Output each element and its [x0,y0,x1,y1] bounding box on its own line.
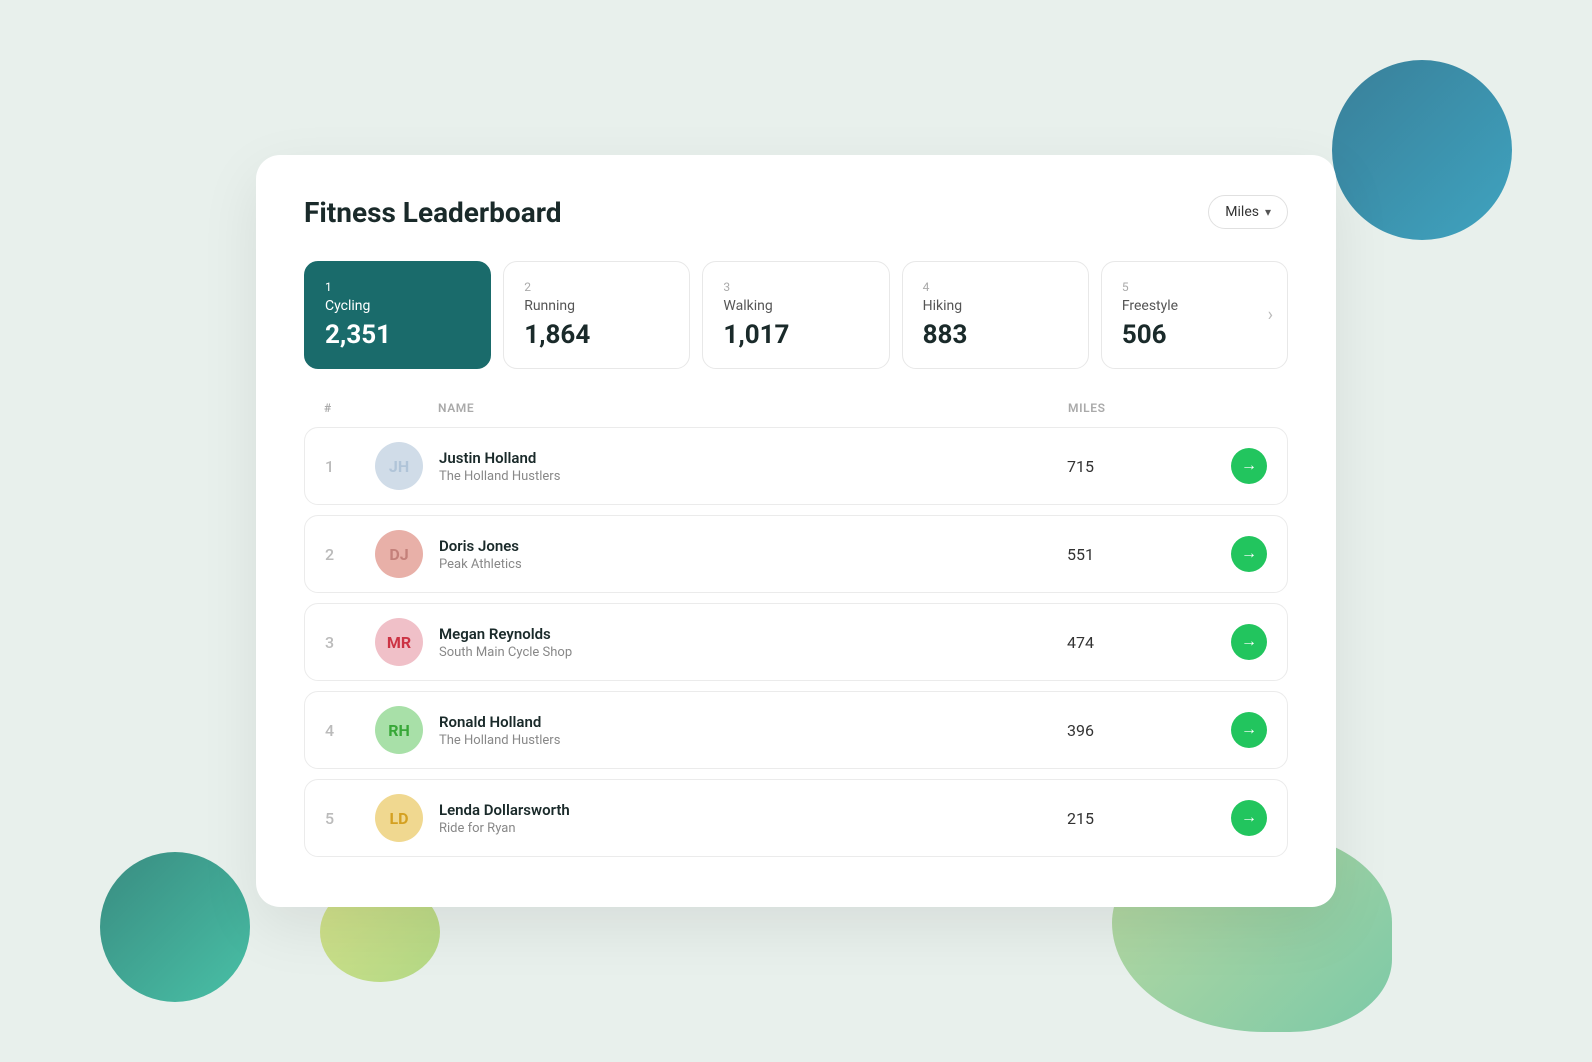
tab-value: 1,017 [723,320,868,350]
row-action: → [1227,536,1267,572]
table-row[interactable]: 5 LD Lenda Dollarsworth Ride for Ryan 21… [304,779,1288,857]
tab-number: 5 [1122,280,1267,294]
tab-value: 2,351 [325,320,470,350]
row-action: → [1227,624,1267,660]
tab-name: Running [524,298,669,314]
activity-tab-walking[interactable]: 3 Walking 1,017 [702,261,889,369]
row-name: Lenda Dollarsworth [439,801,1067,819]
col-name-header: NAME [438,401,1068,415]
row-miles: 474 [1067,633,1227,652]
go-button[interactable]: → [1231,448,1267,484]
dropdown-label: Miles [1225,204,1259,220]
avatar: JH [375,442,423,490]
row-miles: 551 [1067,545,1227,564]
go-button[interactable]: → [1231,536,1267,572]
avatar: DJ [375,530,423,578]
table-row[interactable]: 3 MR Megan Reynolds South Main Cycle Sho… [304,603,1288,681]
row-team: The Holland Hustlers [439,469,1067,484]
table-row[interactable]: 2 DJ Doris Jones Peak Athletics 551 → [304,515,1288,593]
leaderboard-card: Fitness Leaderboard Miles ▾ 1 Cycling 2,… [256,155,1336,907]
row-info: Ronald Holland The Holland Hustlers [439,713,1067,748]
row-name: Megan Reynolds [439,625,1067,643]
table-row[interactable]: 1 JH Justin Holland The Holland Hustlers… [304,427,1288,505]
row-name: Justin Holland [439,449,1067,467]
bg-blob-blue [1332,60,1512,240]
row-team: Peak Athletics [439,557,1067,572]
tab-value: 883 [923,320,1068,350]
col-rank-header: # [324,401,374,415]
activity-tab-running[interactable]: 2 Running 1,864 [503,261,690,369]
avatar: MR [375,618,423,666]
row-rank: 5 [325,809,375,828]
chevron-down-icon: ▾ [1265,205,1271,219]
avatar: LD [375,794,423,842]
go-button[interactable]: → [1231,712,1267,748]
tab-value: 506 [1122,320,1267,350]
row-action: → [1227,712,1267,748]
tab-name: Walking [723,298,868,314]
row-team: South Main Cycle Shop [439,645,1067,660]
row-info: Doris Jones Peak Athletics [439,537,1067,572]
row-info: Megan Reynolds South Main Cycle Shop [439,625,1067,660]
tab-number: 3 [723,280,868,294]
tab-number: 2 [524,280,669,294]
row-name: Doris Jones [439,537,1067,555]
row-rank: 1 [325,457,375,476]
go-button[interactable]: → [1231,800,1267,836]
leaderboard-rows: 1 JH Justin Holland The Holland Hustlers… [304,427,1288,857]
header: Fitness Leaderboard Miles ▾ [304,195,1288,229]
activity-tab-freestyle[interactable]: 5 Freestyle 506 › [1101,261,1288,369]
row-miles: 215 [1067,809,1227,828]
tab-name: Hiking [923,298,1068,314]
tab-number: 4 [923,280,1068,294]
tab-number: 1 [325,280,470,294]
table-row[interactable]: 4 RH Ronald Holland The Holland Hustlers… [304,691,1288,769]
row-info: Justin Holland The Holland Hustlers [439,449,1067,484]
tab-name: Cycling [325,298,470,314]
tab-value: 1,864 [524,320,669,350]
miles-dropdown[interactable]: Miles ▾ [1208,195,1288,229]
go-button[interactable]: → [1231,624,1267,660]
activity-tabs: 1 Cycling 2,351 2 Running 1,864 3 Walkin… [304,261,1288,369]
activity-tab-cycling[interactable]: 1 Cycling 2,351 [304,261,491,369]
bg-blob-teal [100,852,250,1002]
row-rank: 4 [325,721,375,740]
tab-name: Freestyle [1122,298,1267,314]
page-title: Fitness Leaderboard [304,196,561,229]
activity-tab-hiking[interactable]: 4 Hiking 883 [902,261,1089,369]
row-action: → [1227,448,1267,484]
row-team: Ride for Ryan [439,821,1067,836]
row-miles: 715 [1067,457,1227,476]
row-team: The Holland Hustlers [439,733,1067,748]
row-name: Ronald Holland [439,713,1067,731]
row-rank: 3 [325,633,375,652]
col-miles-header: MILES [1068,401,1228,415]
row-info: Lenda Dollarsworth Ride for Ryan [439,801,1067,836]
avatar: RH [375,706,423,754]
tab-next-arrow[interactable]: › [1268,305,1273,326]
row-rank: 2 [325,545,375,564]
row-miles: 396 [1067,721,1227,740]
row-action: → [1227,800,1267,836]
table-header: # NAME MILES [304,401,1288,415]
